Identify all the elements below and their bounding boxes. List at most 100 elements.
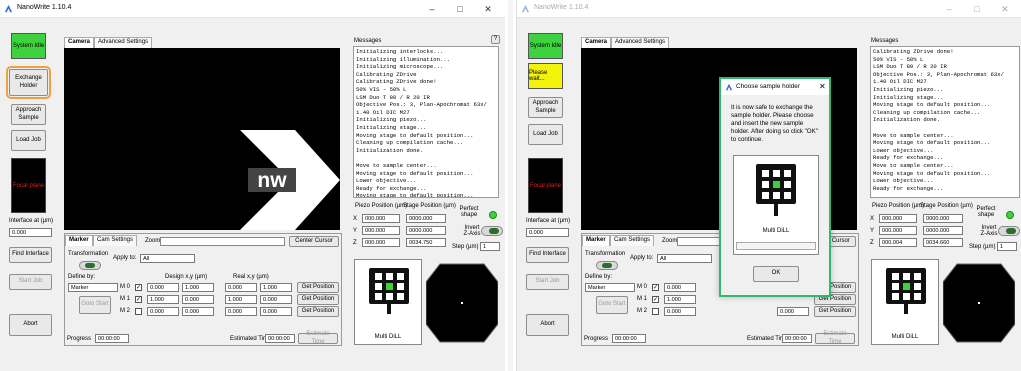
- goto-start-button[interactable]: Goto Start: [596, 296, 628, 314]
- marker-checkbox[interactable]: ✓: [135, 296, 142, 303]
- design-y-field[interactable]: 0.000: [182, 295, 214, 304]
- piezo-header: Piezo Position (µm): [872, 203, 925, 209]
- minimize-button[interactable]: –: [420, 2, 444, 16]
- stage-z-field[interactable]: 0034.660: [923, 238, 963, 247]
- real-x-field[interactable]: 0.000: [225, 307, 257, 316]
- maximize-button[interactable]: □: [965, 2, 989, 16]
- stage-x-field[interactable]: 0000.000: [923, 214, 963, 223]
- get-position-button[interactable]: Get Position: [297, 306, 339, 317]
- marker-row-label: M 2: [120, 308, 131, 314]
- transformation-toggle[interactable]: [596, 261, 618, 270]
- real-header: Real x,y (µm): [233, 274, 269, 280]
- design-x-field[interactable]: 0.000: [664, 307, 696, 316]
- find-interface-button[interactable]: Find Interface: [9, 247, 52, 263]
- perfect-shape-indicator: [1006, 211, 1014, 219]
- exchange-holder-button[interactable]: Exchange Holder: [6, 66, 51, 99]
- position-panel: Piezo Position (µm) Stage Position (µm) …: [353, 201, 503, 255]
- tab-camera[interactable]: Camera: [64, 37, 95, 48]
- tab-cam-settings[interactable]: Cam Settings: [93, 235, 138, 246]
- close-button[interactable]: ✕: [993, 2, 1017, 16]
- tab-advanced-settings[interactable]: Advanced Settings: [611, 37, 670, 48]
- tab-cam-settings[interactable]: Cam Settings: [610, 235, 655, 246]
- tab-marker[interactable]: Marker: [65, 235, 93, 246]
- apply-to-select[interactable]: All: [657, 254, 712, 263]
- piezo-y-field[interactable]: 000.000: [879, 226, 917, 235]
- stage-x-field[interactable]: 0000.000: [406, 214, 446, 223]
- real-y-field[interactable]: 1.000: [260, 283, 292, 292]
- load-job-button[interactable]: Load Job: [11, 130, 46, 151]
- load-job-button[interactable]: Load Job: [528, 124, 563, 145]
- real-x-field[interactable]: 1.000: [225, 295, 257, 304]
- piezo-z-field[interactable]: 000.004: [879, 238, 917, 247]
- transformation-toggle[interactable]: [79, 261, 101, 270]
- piezo-x-field[interactable]: 000.000: [879, 214, 917, 223]
- tab-marker[interactable]: Marker: [582, 235, 610, 246]
- piezo-z-field[interactable]: 000.000: [362, 238, 400, 247]
- stage-header: Stage Position (µm): [920, 203, 973, 209]
- marker-checkbox[interactable]: [135, 308, 142, 315]
- start-job-button[interactable]: Start Job: [526, 274, 569, 290]
- tab-advanced-settings[interactable]: Advanced Settings: [94, 37, 153, 48]
- design-x-field[interactable]: 1.000: [664, 295, 696, 304]
- help-button[interactable]: ?: [491, 35, 500, 44]
- start-job-button[interactable]: Start Job: [9, 274, 52, 290]
- marker-checkbox[interactable]: ✓: [652, 284, 659, 291]
- real-y-field[interactable]: 0.000: [260, 295, 292, 304]
- progress-field: 00:00:00: [612, 334, 646, 343]
- approach-sample-button[interactable]: Approach Sample: [528, 97, 563, 118]
- stage-y-field[interactable]: 0000.000: [406, 226, 446, 235]
- estimate-time-button[interactable]: Estimate Time: [815, 331, 855, 345]
- messages-log[interactable]: Initializing interlocks... Initializing …: [353, 46, 499, 198]
- holder-select-list[interactable]: Multi DiLL: [733, 155, 819, 255]
- holder-list-scrollbar[interactable]: [736, 242, 816, 250]
- marker-checkbox[interactable]: ✓: [652, 296, 659, 303]
- step-field[interactable]: 1: [480, 242, 500, 251]
- get-position-button[interactable]: Get Position: [297, 282, 339, 293]
- apply-to-select[interactable]: All: [140, 254, 195, 263]
- goto-start-button[interactable]: Goto Start: [79, 296, 111, 314]
- minimize-button[interactable]: –: [937, 2, 961, 16]
- design-x-field[interactable]: 0.000: [664, 283, 696, 292]
- position-panel: Piezo Position (µm) Stage Position (µm) …: [870, 201, 1020, 255]
- approach-sample-button[interactable]: Approach Sample: [11, 104, 46, 125]
- interface-value-field[interactable]: 0.000: [9, 228, 52, 237]
- find-interface-button[interactable]: Find Interface: [526, 247, 569, 263]
- stage-overview: [943, 263, 1015, 343]
- stage-z-field[interactable]: 0034.750: [406, 238, 446, 247]
- ok-button[interactable]: OK: [753, 266, 799, 282]
- tab-camera[interactable]: Camera: [581, 37, 612, 48]
- design-x-field[interactable]: 0.000: [147, 283, 179, 292]
- piezo-x-field[interactable]: 000.000: [362, 214, 400, 223]
- axis-label-z: Z: [353, 240, 357, 246]
- center-cursor-button[interactable]: Center Cursor: [289, 236, 339, 247]
- progress-label: Progress: [584, 336, 609, 342]
- piezo-y-field[interactable]: 000.000: [362, 226, 400, 235]
- abort-button[interactable]: Abort: [9, 314, 52, 336]
- design-x-field[interactable]: 1.000: [147, 295, 179, 304]
- abort-button[interactable]: Abort: [526, 314, 569, 336]
- invert-z-toggle[interactable]: [998, 226, 1020, 236]
- get-position-button[interactable]: Get Position: [297, 294, 339, 305]
- define-by-select[interactable]: Marker: [68, 283, 118, 292]
- messages-log[interactable]: Calibrating ZDrive done! 50% VIS - 50% L…: [870, 46, 1020, 198]
- close-button[interactable]: ✕: [476, 2, 500, 16]
- invert-z-toggle[interactable]: [481, 226, 503, 236]
- dialog-close-button[interactable]: ✕: [819, 82, 826, 91]
- design-y-field[interactable]: 1.000: [182, 283, 214, 292]
- real-x-field[interactable]: 0.000: [225, 283, 257, 292]
- design-x-field[interactable]: 0.000: [147, 307, 179, 316]
- interface-value-field[interactable]: 0.000: [526, 228, 569, 237]
- marker-checkbox[interactable]: [652, 308, 659, 315]
- define-by-select[interactable]: Marker: [585, 283, 635, 292]
- step-field[interactable]: 1: [997, 242, 1017, 251]
- maximize-button[interactable]: □: [448, 2, 472, 16]
- estimate-time-button[interactable]: Estimate Time: [298, 331, 338, 345]
- stage-y-field[interactable]: 0000.000: [923, 226, 963, 235]
- marker-checkbox[interactable]: ✓: [135, 284, 142, 291]
- real-y-field[interactable]: 0.000: [777, 307, 809, 316]
- real-y-field[interactable]: 0.000: [260, 307, 292, 316]
- zoom-slider[interactable]: [160, 237, 285, 246]
- get-position-button[interactable]: Get Position: [814, 306, 856, 317]
- dialog-title: Choose sample holder: [736, 83, 800, 90]
- design-y-field[interactable]: 0.000: [182, 307, 214, 316]
